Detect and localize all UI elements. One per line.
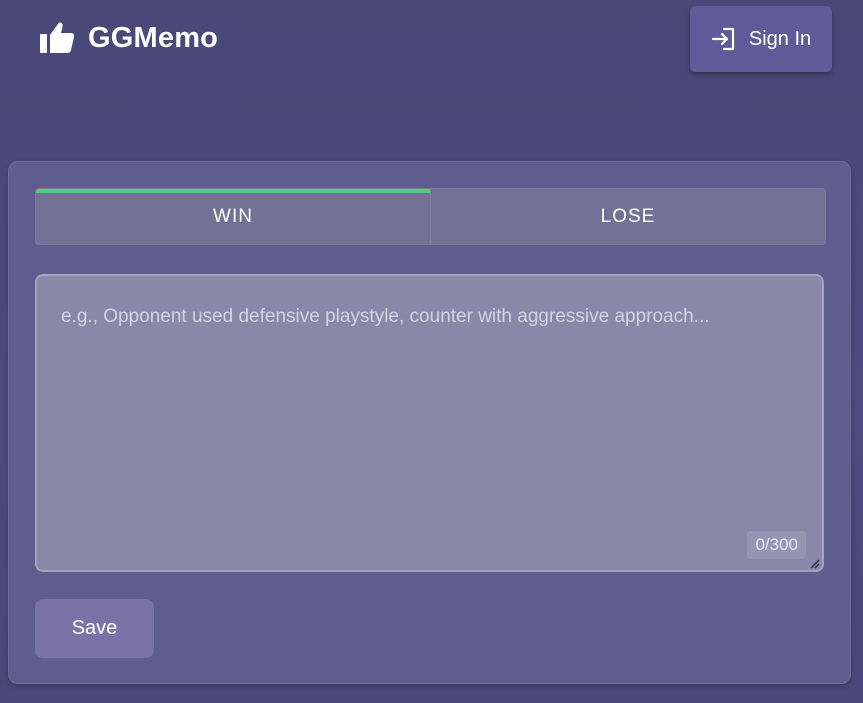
tab-win-label: WIN	[213, 205, 253, 227]
memo-field-wrapper: 0/300	[35, 274, 824, 572]
result-tabs: WIN LOSE	[35, 188, 826, 245]
memo-textarea[interactable]	[37, 276, 822, 570]
brand-name: GGMemo	[88, 21, 219, 54]
character-counter: 0/300	[747, 531, 806, 559]
tab-lose-label: LOSE	[600, 205, 656, 227]
resize-handle-icon[interactable]	[808, 556, 820, 569]
sign-in-button[interactable]: Sign In	[690, 6, 832, 72]
tab-lose[interactable]: LOSE	[430, 189, 825, 244]
memo-card: WIN LOSE 0/300 Save	[8, 161, 851, 684]
save-button[interactable]: Save	[35, 599, 154, 658]
thumbs-up-icon	[38, 20, 76, 56]
page: GGMemo Sign In WIN LOSE 0/300	[0, 0, 863, 703]
login-icon	[711, 26, 737, 52]
save-label: Save	[71, 617, 118, 639]
sign-in-label: Sign In	[748, 27, 812, 50]
tab-win[interactable]: WIN	[36, 189, 430, 244]
brand: GGMemo	[38, 20, 218, 56]
